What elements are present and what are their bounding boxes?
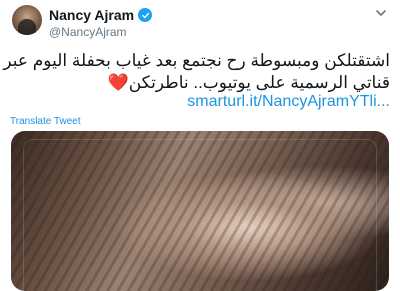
media-frame [23,139,377,291]
tweet-text: اشتقتلكن ومبسوطة رح نجتمع بعد غياب بحفلة… [3,50,390,94]
heart-emoji-icon: ❤️ [107,73,129,92]
avatar[interactable] [12,5,42,35]
translate-tweet-link[interactable]: Translate Tweet [10,116,81,127]
author-handle[interactable]: @NancyAjram [49,25,127,39]
verified-badge-icon [138,8,153,22]
tweet-text-line-2-words: قناتي الرسمية على يوتيوب.. ناطرتكن [128,73,390,92]
tweet-link[interactable]: smarturl.it/NancyAjramYTli... [187,93,390,111]
author-name-row: Nancy Ajram [49,7,153,23]
chevron-down-icon[interactable] [374,6,388,20]
tweet-text-line-1: اشتقتلكن ومبسوطة رح نجتمع بعد غياب بحفلة… [3,51,390,70]
tweet-media-image[interactable] [11,131,389,291]
author-display-name[interactable]: Nancy Ajram [49,7,134,23]
tweet-text-line-2: قناتي الرسمية على يوتيوب.. ناطرتكن❤️ [10,72,390,94]
